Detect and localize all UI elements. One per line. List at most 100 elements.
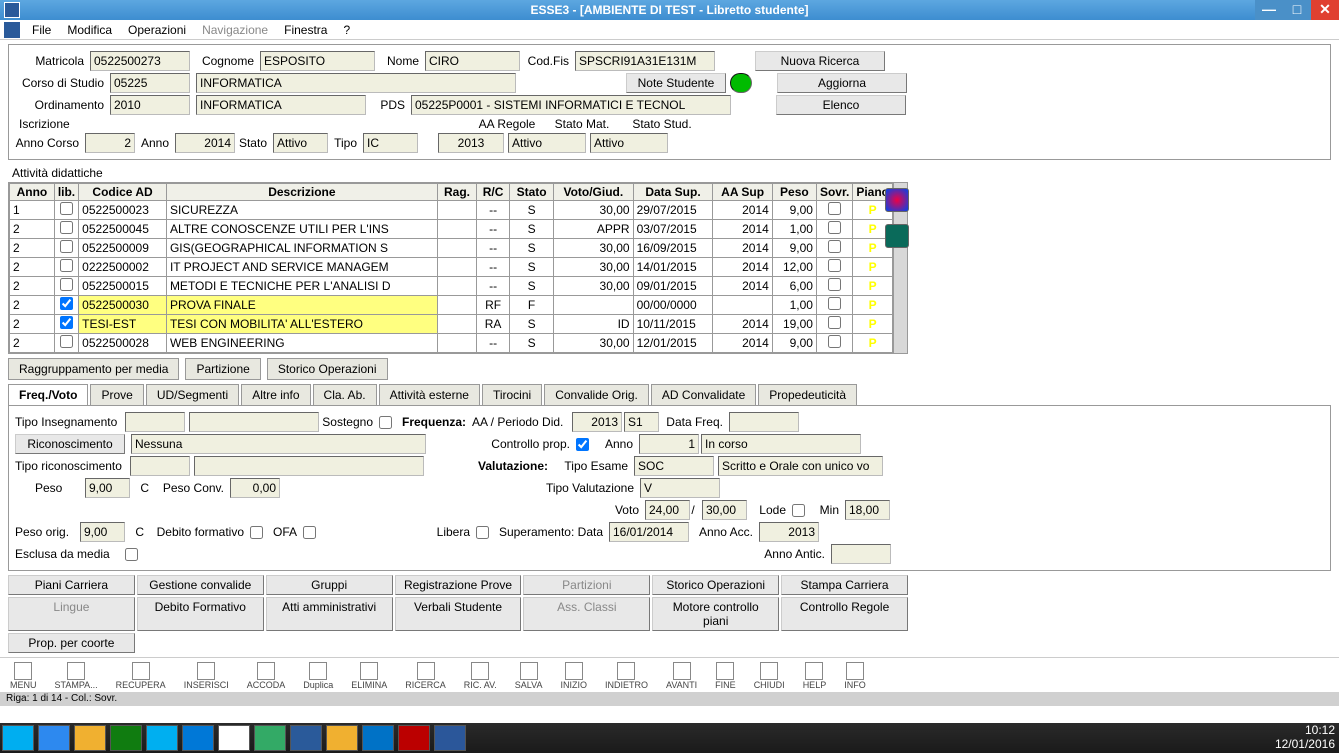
tab-cla-ab[interactable]: Cla. Ab. [313,384,377,405]
toolbar-indietro[interactable]: INDIETRO [605,662,648,690]
ie-icon[interactable] [38,725,70,751]
sovr-checkbox[interactable] [828,240,841,253]
mail-icon[interactable] [362,725,394,751]
menu-file[interactable]: File [24,21,59,39]
tipo-esame-desc-field[interactable]: Scritto e Orale con unico vo [718,456,883,476]
toolbar-menu[interactable]: MENU [10,662,37,690]
col-rc[interactable]: R/C [477,184,510,201]
minimize-button[interactable]: — [1255,0,1283,20]
maximize-button[interactable]: □ [1283,0,1311,20]
word-icon[interactable] [434,725,466,751]
col-anno[interactable]: Anno [10,184,55,201]
skype-icon[interactable] [146,725,178,751]
tab-raggruppamento[interactable]: Raggruppamento per media [8,358,179,380]
debito-formativo-button[interactable]: Debito Formativo [137,597,264,631]
sostegno-checkbox[interactable] [379,416,392,429]
pds-field[interactable]: 05225P0001 - SISTEMI INFORMATICI E TECNO… [411,95,731,115]
menu-help[interactable]: ? [335,21,358,39]
riconoscimento-field[interactable]: Nessuna [131,434,426,454]
sovr-checkbox[interactable] [828,259,841,272]
col-sovr[interactable]: Sovr. [816,184,852,201]
note-studente-button[interactable]: Note Studente [626,73,726,93]
piani-carriera-button[interactable]: Piani Carriera [8,575,135,595]
data-freq-field[interactable] [729,412,799,432]
tab-partizione[interactable]: Partizione [185,358,260,380]
store-icon[interactable] [110,725,142,751]
attivita-table[interactable]: Annolib.Codice ADDescrizioneRag.R/CStato… [9,183,893,353]
toolbar-avanti[interactable]: AVANTI [666,662,697,690]
toolbar-stampa[interactable]: STAMPA... [55,662,98,690]
table-row[interactable]: 20522500015METODI E TECNICHE PER L'ANALI… [10,277,893,296]
peso-conv-field[interactable]: 0,00 [230,478,280,498]
grid-icon[interactable] [885,224,909,248]
controllo-prop-checkbox[interactable] [576,438,589,451]
min-field[interactable]: 18,00 [845,500,890,520]
col-peso[interactable]: Peso [772,184,816,201]
chrome-icon[interactable] [218,725,250,751]
lib-checkbox[interactable] [60,316,73,329]
table-row[interactable]: 20522500028WEB ENGINEERING--S30,0012/01/… [10,334,893,353]
corso-desc-field[interactable]: INFORMATICA [196,73,516,93]
anno-detail-field[interactable]: 1 [639,434,699,454]
tipo-field[interactable]: IC [363,133,418,153]
riconoscimento-button[interactable]: Riconoscimento [15,434,125,454]
registrazione-prove-button[interactable]: Registrazione Prove [395,575,522,595]
toolbar-ricerca[interactable]: RICERCA [405,662,446,690]
ofa-checkbox[interactable] [303,526,316,539]
matricola-field[interactable]: 0522500273 [90,51,190,71]
menu-navigazione[interactable]: Navigazione [194,21,276,39]
corso-cod-field[interactable]: 05225 [110,73,190,93]
esse3-icon[interactable] [290,725,322,751]
col-codice[interactable]: Codice AD [79,184,167,201]
lib-checkbox[interactable] [60,297,73,310]
menu-finestra[interactable]: Finestra [276,21,335,39]
tipo-esame-field[interactable]: SOC [634,456,714,476]
toolbar-help[interactable]: HELP [803,662,827,690]
col-aasup[interactable]: AA Sup [713,184,772,201]
anno-field[interactable]: 2014 [175,133,235,153]
sovr-checkbox[interactable] [828,335,841,348]
codfis-field[interactable]: SPSCRI91A31E131M [575,51,715,71]
toolbar-inserisci[interactable]: INSERISCI [184,662,229,690]
esclusa-checkbox[interactable] [125,548,138,561]
nuova-ricerca-button[interactable]: Nuova Ricerca [755,51,885,71]
anno-freq-field[interactable]: 2013 [572,412,622,432]
sovr-checkbox[interactable] [828,221,841,234]
prop-coorte-button[interactable]: Prop. per coorte [8,633,135,653]
tab-freq-voto[interactable]: Freq./Voto [8,384,88,405]
ass-classi-button[interactable]: Ass. Classi [523,597,650,631]
toolbar-elimina[interactable]: ELIMINA [351,662,387,690]
superamento-data-field[interactable]: 16/01/2014 [609,522,689,542]
table-row[interactable]: 20522500045ALTRE CONOSCENZE UTILI PER L'… [10,220,893,239]
lib-checkbox[interactable] [60,202,73,215]
lib-checkbox[interactable] [60,221,73,234]
ord-desc-field[interactable]: INFORMATICA [196,95,366,115]
tipo-ric-field2[interactable] [194,456,424,476]
toolbar-salva[interactable]: SALVA [515,662,543,690]
debito-checkbox[interactable] [250,526,263,539]
toolbar-duplica[interactable]: Duplica [303,662,333,690]
toolbar-inizio[interactable]: INIZIO [560,662,587,690]
col-stato[interactable]: Stato [510,184,554,201]
chart-pie-icon[interactable] [885,188,909,212]
lib-checkbox[interactable] [60,278,73,291]
libera-checkbox[interactable] [476,526,489,539]
atti-amministrativi-button[interactable]: Atti amministrativi [266,597,393,631]
table-row[interactable]: 10522500023SICUREZZA--S30,0029/07/201520… [10,201,893,220]
sovr-checkbox[interactable] [828,297,841,310]
tab-prove[interactable]: Prove [90,384,143,405]
toolbar-recupera[interactable]: RECUPERA [116,662,166,690]
table-row[interactable]: 2TESI-ESTTESI CON MOBILITA' ALL'ESTERORA… [10,315,893,334]
controllo-regole-button[interactable]: Controllo Regole [781,597,908,631]
sovr-checkbox[interactable] [828,202,841,215]
close-button[interactable]: ✕ [1311,0,1339,20]
tab-propedeuticita[interactable]: Propedeuticità [758,384,857,405]
toolbar-fine[interactable]: FINE [715,662,736,690]
toolbar-chiudi[interactable]: CHIUDI [754,662,785,690]
acrobat-icon[interactable] [398,725,430,751]
tab-ad-convalidate[interactable]: AD Convalidate [651,384,756,405]
tab-convalide-orig[interactable]: Convalide Orig. [544,384,649,405]
anno-acc-field[interactable]: 2013 [759,522,819,542]
tipo-ric-field1[interactable] [130,456,190,476]
table-row[interactable]: 20522500009GIS(GEOGRAPHICAL INFORMATION … [10,239,893,258]
